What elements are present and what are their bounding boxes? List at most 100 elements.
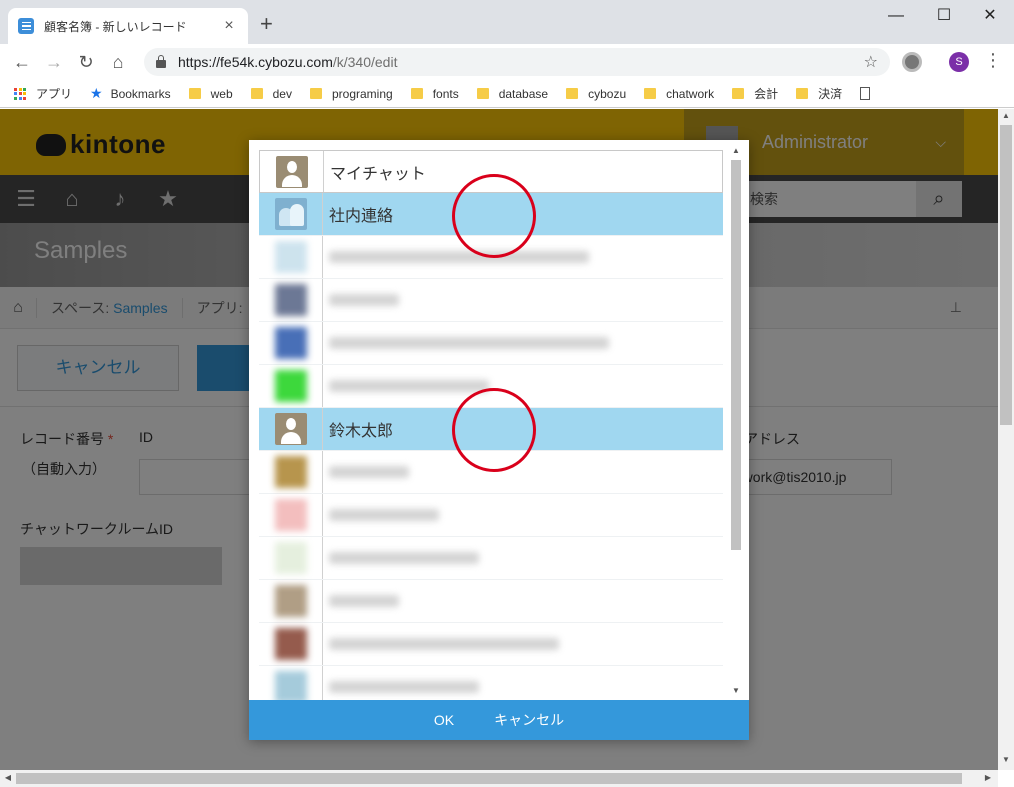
list-item[interactable] xyxy=(259,279,723,322)
bookmark-label: database xyxy=(498,86,549,101)
ok-button[interactable]: OK xyxy=(414,712,474,728)
blurred-room-name xyxy=(329,638,559,650)
page-vertical-scroll-thumb[interactable] xyxy=(1000,125,1012,425)
scroll-right-arrow-icon[interactable]: ▶ xyxy=(980,773,996,782)
bookmark-folder-programing[interactable]: programing xyxy=(309,86,393,101)
folder-icon xyxy=(250,88,263,99)
bookmark-folder-database[interactable]: database xyxy=(476,86,549,101)
annotation-circle xyxy=(452,388,536,472)
window-maximize-button[interactable]: ☐ xyxy=(924,4,964,28)
folder-icon xyxy=(732,88,745,99)
list-item[interactable] xyxy=(259,494,723,537)
dialog-scroll-thumb[interactable] xyxy=(731,160,741,550)
blurred-avatar-icon xyxy=(274,327,307,359)
page-horizontal-scrollbar[interactable]: ◀ ▶ xyxy=(0,770,998,787)
url-path: /k/340/edit xyxy=(332,54,398,70)
bookmark-folder-fonts[interactable]: fonts xyxy=(410,86,459,101)
blurred-avatar-icon xyxy=(274,456,307,488)
blurred-avatar-icon xyxy=(274,542,307,574)
blurred-room-name xyxy=(329,509,439,521)
page-vertical-scrollbar[interactable]: ▲ ▼ xyxy=(998,109,1014,770)
dialog-footer: OK キャンセル xyxy=(249,700,749,740)
reload-icon[interactable]: ↻ xyxy=(74,50,98,74)
room-name: マイチャット xyxy=(330,165,426,183)
folder-icon xyxy=(476,88,489,99)
new-tab-button[interactable]: + xyxy=(260,12,273,36)
url-host: https://fe54k.cybozu.com xyxy=(178,54,333,70)
folder-icon xyxy=(566,88,579,99)
bookmark-folder-cybozu[interactable]: cybozu xyxy=(566,87,626,101)
back-arrow-icon[interactable]: ← xyxy=(10,50,34,74)
blurred-avatar-icon xyxy=(274,671,307,700)
browser-tab[interactable]: 顧客名簿 - 新しいレコード × xyxy=(8,8,248,44)
scroll-down-arrow-icon[interactable]: ▼ xyxy=(998,755,1014,764)
dialog-cancel-button[interactable]: キャンセル xyxy=(474,710,584,730)
blurred-room-name xyxy=(329,294,399,306)
bookmark-label: chatwork xyxy=(666,86,715,101)
browser-titlebar: 顧客名簿 - 新しいレコード × + — ☐ ✕ xyxy=(0,0,1014,44)
bookmark-folder-dev[interactable]: dev xyxy=(250,86,292,101)
blurred-room-name xyxy=(329,337,609,349)
blurred-avatar-icon xyxy=(274,499,307,531)
scroll-down-arrow-icon[interactable]: ▼ xyxy=(729,684,743,698)
bookmark-folder-payment[interactable]: 決済 xyxy=(796,85,842,102)
list-item[interactable] xyxy=(259,580,723,623)
scroll-left-arrow-icon[interactable]: ◀ xyxy=(0,773,16,782)
window-close-button[interactable]: ✕ xyxy=(970,4,1010,28)
bookmark-star-icon[interactable]: ☆ xyxy=(864,52,878,72)
folder-icon xyxy=(188,88,201,99)
user-avatar-icon xyxy=(274,413,307,445)
list-item[interactable] xyxy=(259,537,723,580)
scroll-up-arrow-icon[interactable]: ▲ xyxy=(729,144,743,158)
room-name: 鈴木太郎 xyxy=(329,423,394,440)
bookmark-label: programing xyxy=(331,86,393,101)
bookmark-apps[interactable]: アプリ xyxy=(14,85,72,102)
annotation-circle xyxy=(452,174,536,258)
tab-close-icon[interactable]: × xyxy=(220,17,238,35)
bookmark-label: web xyxy=(210,86,233,101)
blurred-avatar-icon xyxy=(274,585,307,617)
star-icon: ★ xyxy=(90,85,103,101)
bookmarks-bar: アプリ ★ Bookmarks web dev programing fonts… xyxy=(0,80,1014,108)
bookmark-folder-accounting[interactable]: 会計 xyxy=(732,85,778,102)
bookmark-label: アプリ xyxy=(36,87,73,101)
browser-toolbar: ← → ↻ ⌂ https://fe54k.cybozu.com/k/340/e… xyxy=(0,44,1014,80)
window-minimize-button[interactable]: — xyxy=(876,4,916,28)
blurred-avatar-icon xyxy=(274,370,307,402)
list-item[interactable] xyxy=(259,322,723,365)
address-bar[interactable]: https://fe54k.cybozu.com/k/340/edit ☆ xyxy=(144,48,890,76)
bookmark-page[interactable] xyxy=(860,87,871,100)
blurred-room-name xyxy=(329,595,399,607)
page-horizontal-scroll-thumb[interactable] xyxy=(16,773,962,784)
scroll-up-arrow-icon[interactable]: ▲ xyxy=(998,111,1014,120)
user-avatar-icon xyxy=(275,155,308,188)
bookmark-bookmarks[interactable]: ★ Bookmarks xyxy=(90,85,171,102)
group-avatar-icon xyxy=(274,198,307,230)
list-item[interactable] xyxy=(259,623,723,666)
bookmark-label: Bookmarks xyxy=(110,86,171,101)
forward-arrow-icon[interactable]: → xyxy=(42,50,66,74)
folder-icon xyxy=(410,88,423,99)
profile-avatar[interactable]: S xyxy=(949,52,969,72)
folder-icon xyxy=(309,88,322,99)
bookmark-label: 決済 xyxy=(818,87,843,101)
blurred-room-name xyxy=(329,380,489,392)
lock-icon xyxy=(156,55,166,68)
kintone-favicon-icon xyxy=(18,18,34,34)
dialog-scrollbar[interactable]: ▲ ▼ xyxy=(729,144,743,698)
blurred-avatar-icon xyxy=(274,284,307,316)
bookmark-folder-web[interactable]: web xyxy=(188,86,233,101)
apps-grid-icon xyxy=(14,87,26,100)
bookmark-label: dev xyxy=(272,86,292,101)
bookmark-label: fonts xyxy=(432,86,459,101)
blurred-room-name xyxy=(329,466,409,478)
bookmark-label: cybozu xyxy=(588,86,627,101)
home-icon[interactable]: ⌂ xyxy=(106,50,130,74)
bookmark-folder-chatwork[interactable]: chatwork xyxy=(644,87,714,101)
page-icon xyxy=(860,87,871,100)
room-name: 社内連絡 xyxy=(329,208,394,225)
browser-menu-icon[interactable]: ⋮ xyxy=(984,50,1002,71)
blurred-room-name xyxy=(329,552,479,564)
list-item[interactable] xyxy=(259,666,723,700)
extension-icon[interactable] xyxy=(902,52,922,72)
